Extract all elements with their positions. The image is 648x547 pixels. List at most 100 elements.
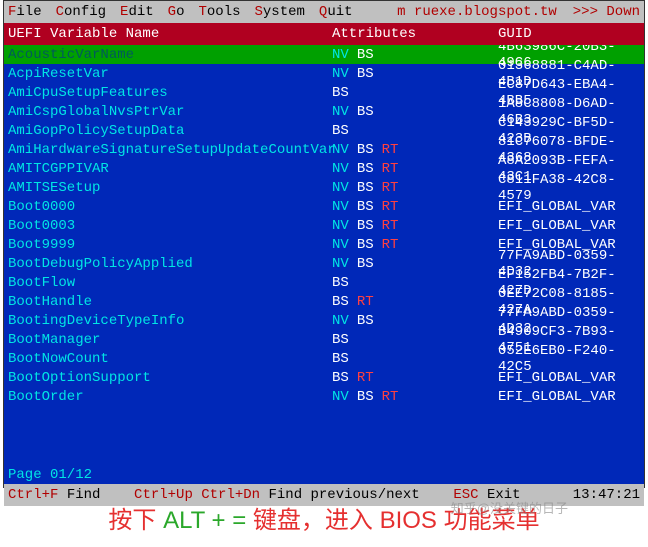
variable-name: AMITCGPPIVAR: [4, 161, 332, 177]
variable-attrs: BS: [332, 85, 498, 101]
menu-hotkey: T: [198, 4, 206, 20]
attr-bs: BS: [357, 142, 374, 158]
variable-name: BootOptionSupport: [4, 370, 332, 386]
attr-bs: BS: [357, 47, 374, 63]
header-variable-name: UEFI Variable Name: [4, 26, 332, 42]
variable-attrs: BS: [332, 351, 498, 367]
menu-hotkey: E: [120, 4, 128, 20]
shortcut-find-label: Find: [67, 487, 101, 503]
variable-attrs: BSRT: [332, 370, 498, 386]
menu-go[interactable]: Go: [168, 4, 185, 20]
table-row[interactable]: AMITSESetupNVBSRTC811FA38-42C8-4579: [4, 178, 644, 197]
attr-bs: BS: [357, 237, 374, 253]
attr-rt: RT: [382, 199, 399, 215]
variable-name: AmiGopPolicySetupData: [4, 123, 332, 139]
variable-name: BootOrder: [4, 389, 332, 405]
variable-name: AcpiResetVar: [4, 66, 332, 82]
attr-bs: BS: [357, 104, 374, 120]
watermark: 知乎@没关键的日子: [451, 498, 568, 517]
caption-p1: 按下: [108, 507, 163, 534]
variable-attrs: NV BS RT: [332, 161, 498, 177]
table-header: UEFI Variable Name Attributes GUID: [4, 23, 644, 45]
menu-tools[interactable]: Tools: [198, 4, 240, 20]
variable-list[interactable]: AcousticVarNameNVBS4B63986C-20B3-49C6Acp…: [4, 45, 644, 465]
download-link[interactable]: >>> Down: [573, 4, 640, 20]
attr-bs: BS: [332, 332, 349, 348]
attr-nv: NV: [332, 218, 349, 234]
attr-bs: BS: [332, 351, 349, 367]
variable-attrs: NV BS: [332, 256, 498, 272]
variable-name: AmiCspGlobalNvsPtrVar: [4, 104, 332, 120]
variable-attrs: NV BS RT: [332, 199, 498, 215]
menu-hotkey: Q: [319, 4, 327, 20]
menubar-right: m ruexe.blogspot.tw >>> Down: [397, 4, 640, 20]
variable-attrs: BS: [332, 332, 498, 348]
menu-config[interactable]: Config: [56, 4, 106, 20]
caption-alt: ALT + =: [163, 507, 253, 534]
table-row[interactable]: Boot0003NVBSRTEFI_GLOBAL_VAR: [4, 216, 644, 235]
attr-rt: RT: [357, 294, 374, 310]
attr-bs: BS: [357, 313, 374, 329]
attr-nv: NV: [332, 161, 349, 177]
variable-name: AcousticVarName: [4, 47, 332, 63]
attr-rt: RT: [382, 161, 399, 177]
attr-rt: RT: [382, 237, 399, 253]
attr-rt: RT: [382, 142, 399, 158]
attr-rt: RT: [382, 389, 399, 405]
attr-nv: NV: [332, 142, 349, 158]
attr-bs: BS: [332, 294, 349, 310]
attr-bs: BS: [357, 256, 374, 272]
variable-name: AmiHardwareSignatureSetupUpdateCountVar: [4, 142, 332, 158]
menu-edit[interactable]: Edit: [120, 4, 154, 20]
menu-hotkey: F: [8, 4, 16, 20]
variable-attrs: NV BS RT: [332, 142, 498, 158]
variable-attrs: BS RT: [332, 294, 498, 310]
table-row[interactable]: BootOrderNVBSRTEFI_GLOBAL_VAR: [4, 387, 644, 406]
blog-link[interactable]: m ruexe.blogspot.tw: [397, 4, 557, 20]
table-row[interactable]: BootOptionSupportBSRTEFI_GLOBAL_VAR: [4, 368, 644, 387]
variable-name: AmiCpuSetupFeatures: [4, 85, 332, 101]
menubar: File Config Edit Go Tools System Quit m ruexe.…: [4, 1, 644, 23]
variable-attrs: NVBSRT: [332, 389, 498, 405]
attr-bs: BS: [357, 180, 374, 196]
header-attributes: Attributes: [332, 26, 498, 42]
caption-p2: 键盘，进入: [253, 507, 373, 534]
caption-bios: BIOS: [380, 507, 437, 534]
attr-nv: NV: [332, 104, 349, 120]
attr-nv: NV: [332, 256, 349, 272]
shortcut-find-key: Ctrl+F: [8, 487, 58, 503]
variable-name: BootManager: [4, 332, 332, 348]
variable-attrs: NV BS: [332, 104, 498, 120]
menubar-left: File Config Edit Go Tools System Quit: [8, 4, 353, 20]
attr-nv: NV: [332, 199, 349, 215]
attr-nv: NV: [332, 180, 349, 196]
attr-bs: BS: [357, 218, 374, 234]
uefi-editor-window: File Config Edit Go Tools System Quit m ruexe.…: [3, 0, 645, 488]
variable-name: BootHandle: [4, 294, 332, 310]
clock: 13:47:21: [573, 487, 640, 503]
attr-bs: BS: [357, 161, 374, 177]
menu-file[interactable]: File: [8, 4, 42, 20]
menu-hotkey: S: [255, 4, 263, 20]
table-row[interactable]: Boot0000NVBSRTEFI_GLOBAL_VAR: [4, 197, 644, 216]
variable-attrs: NVBS: [332, 47, 498, 63]
attr-bs: BS: [357, 199, 374, 215]
variable-name: Boot0000: [4, 199, 332, 215]
variable-guid: EFI_GLOBAL_VAR: [498, 370, 644, 386]
variable-name: Boot0003: [4, 218, 332, 234]
header-guid: GUID: [498, 26, 644, 42]
attr-bs: BS: [357, 389, 374, 405]
attr-bs: BS: [332, 275, 349, 291]
menu-hotkey: G: [168, 4, 176, 20]
variable-attrs: NVBSRT: [332, 237, 498, 253]
variable-attrs: NV BS: [332, 313, 498, 329]
attr-nv: NV: [332, 313, 349, 329]
variable-attrs: BS: [332, 275, 498, 291]
menu-quit[interactable]: Quit: [319, 4, 353, 20]
variable-name: BootingDeviceTypeInfo: [4, 313, 332, 329]
table-row[interactable]: BootNowCountBS052E6EB0-F240-42C5: [4, 349, 644, 368]
menu-hotkey: C: [56, 4, 64, 20]
menu-system[interactable]: System: [255, 4, 305, 20]
variable-guid: EFI_GLOBAL_VAR: [498, 218, 644, 234]
attr-rt: RT: [382, 180, 399, 196]
